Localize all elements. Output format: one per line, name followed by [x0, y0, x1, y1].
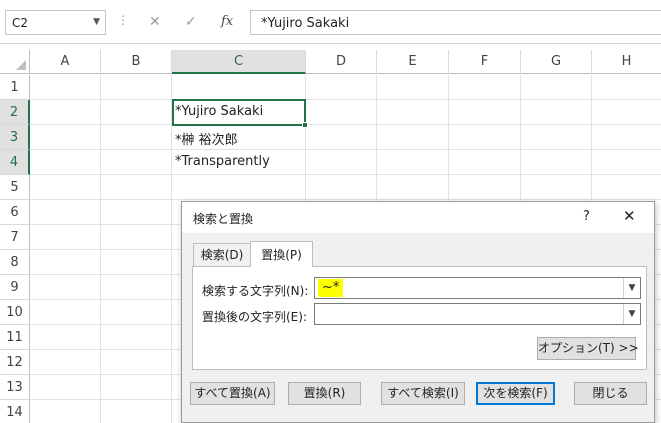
row-header-14[interactable]: 14	[0, 400, 30, 423]
formula-value: *Yujiro Sakaki	[261, 16, 350, 31]
replace-with-combobox[interactable]: ▼	[314, 303, 641, 325]
find-what-value: ~*	[318, 279, 344, 297]
column-header-e[interactable]: E	[377, 50, 449, 74]
column-header-d[interactable]: D	[306, 50, 377, 74]
row-header-12[interactable]: 12	[0, 350, 30, 375]
close-button[interactable]: 閉じる	[574, 382, 647, 405]
replace-with-label: 置換後の文字列(E):	[202, 310, 307, 324]
row-header-3[interactable]: 3	[0, 125, 30, 150]
select-all-button[interactable]	[0, 50, 30, 74]
gridline	[30, 99, 661, 100]
row-header-10[interactable]: 10	[0, 300, 30, 325]
select-all-icon	[16, 60, 26, 70]
formula-buttons: ✕ ✓ fx	[137, 10, 245, 35]
find-what-combobox[interactable]: ~* ▼	[314, 277, 641, 299]
row-header-9[interactable]: 9	[0, 275, 30, 300]
tab-replace[interactable]: 置換(P)	[250, 241, 313, 267]
column-header-a[interactable]: A	[30, 50, 101, 74]
cell-c3[interactable]: *榊 裕次郎	[175, 129, 238, 148]
help-icon[interactable]: ?	[583, 209, 590, 224]
row-header-6[interactable]: 6	[0, 200, 30, 225]
row-header-2[interactable]: 2	[0, 100, 30, 125]
column-header-b[interactable]: B	[101, 50, 172, 74]
row-header-5[interactable]: 5	[0, 175, 30, 200]
options-button[interactable]: オプション(T) >>	[537, 337, 639, 360]
fill-handle[interactable]	[302, 122, 308, 128]
row-header-13[interactable]: 13	[0, 375, 30, 400]
dialog-title: 検索と置換	[193, 212, 254, 226]
cell-c4[interactable]: *Transparently	[175, 154, 270, 169]
replace-button[interactable]: 置換(R)	[288, 382, 361, 405]
name-box[interactable]: C2 ▼	[5, 10, 106, 35]
formula-input[interactable]: *Yujiro Sakaki	[250, 10, 661, 35]
row-header-7[interactable]: 7	[0, 225, 30, 250]
row-header-8[interactable]: 8	[0, 250, 30, 275]
column-header-f[interactable]: F	[449, 50, 521, 74]
cancel-icon[interactable]: ✕	[149, 14, 161, 30]
find-all-button[interactable]: すべて検索(I)	[381, 382, 465, 405]
row-header-11[interactable]: 11	[0, 325, 30, 350]
row-header-4[interactable]: 4	[0, 150, 30, 175]
chevron-down-icon[interactable]: ▼	[93, 17, 100, 27]
find-what-label: 検索する文字列(N):	[202, 284, 309, 298]
column-header-c[interactable]: C	[172, 50, 306, 74]
active-cell-border	[172, 99, 306, 126]
chevron-down-icon[interactable]: ▼	[623, 304, 640, 324]
insert-function-icon[interactable]: fx	[221, 14, 233, 29]
formula-bar: C2 ▼ ⋮ ✕ ✓ fx *Yujiro Sakaki	[0, 0, 661, 44]
find-next-button[interactable]: 次を検索(F)	[476, 382, 555, 405]
column-header-h[interactable]: H	[592, 50, 661, 74]
find-replace-dialog: 検索と置換 ? ✕ 検索(D) 置換(P) 検索する文字列(N): ~* ▼ 置…	[181, 201, 655, 423]
enter-icon[interactable]: ✓	[185, 14, 197, 30]
replace-with-value	[318, 305, 326, 323]
grip-icon: ⋮	[117, 13, 129, 27]
replace-all-button[interactable]: すべて置換(A)	[190, 382, 275, 405]
name-box-value: C2	[12, 16, 29, 30]
tab-find[interactable]: 検索(D)	[193, 243, 251, 267]
gridline	[30, 174, 661, 175]
column-header-g[interactable]: G	[521, 50, 592, 74]
chevron-down-icon[interactable]: ▼	[623, 278, 640, 298]
gridline	[30, 199, 661, 200]
row-header-1[interactable]: 1	[0, 75, 30, 100]
dialog-titlebar[interactable]: 検索と置換 ? ✕	[182, 202, 654, 233]
gridline	[30, 149, 661, 150]
close-icon[interactable]: ✕	[623, 207, 636, 225]
gridline	[30, 124, 661, 125]
